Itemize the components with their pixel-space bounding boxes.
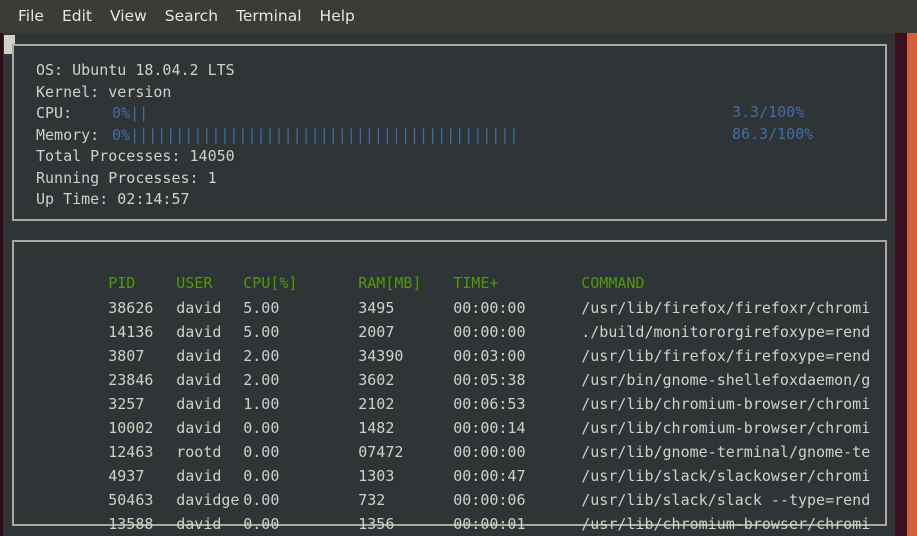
cpu-row: CPU: 0%|| (36, 103, 148, 125)
running-processes-value: 1 (207, 168, 217, 187)
terminal-scrollbar[interactable] (907, 33, 917, 536)
menu-bar: File Edit View Search Terminal Help (0, 0, 917, 33)
cpu-label: CPU: (36, 104, 73, 122)
cell-user: david (176, 515, 222, 533)
cpu-usage-text: 3.3/100% (732, 103, 805, 121)
cell-pid: 13588 (108, 515, 154, 533)
kernel-label: Kernel: (36, 82, 100, 101)
uptime-row: Up Time: 02:14:57 (36, 189, 190, 211)
menu-item-help[interactable]: Help (311, 0, 364, 33)
system-info-panel: OS: Ubuntu 18.04.2 LTS Kernel: version C… (12, 44, 887, 221)
total-processes-value: 14050 (189, 147, 235, 165)
table-row[interactable]: 13588 david 0.00 1356 00:00:01/usr/lib/chrom… (36, 497, 870, 536)
total-processes-row: Total Processes: 14050 (36, 146, 235, 168)
menu-item-terminal[interactable]: Terminal (227, 0, 311, 33)
uptime-value: 02:14:57 (117, 190, 190, 208)
menu-item-edit[interactable]: Edit (53, 0, 101, 33)
terminal-window: File Edit View Search Terminal Help OS: … (0, 0, 917, 536)
os-value: Ubuntu 18.04.2 LTS (72, 61, 235, 79)
terminal-content[interactable]: OS: Ubuntu 18.04.2 LTS Kernel: version C… (0, 33, 917, 536)
cell-cpu: 0.00 (243, 515, 280, 533)
memory-usage-text: 86.3/100% (732, 124, 814, 143)
uptime-label: Up Time: (36, 190, 109, 208)
memory-usage-bar: ||||||||||||||||||||||||||||||||||||||||… (130, 125, 519, 144)
menu-item-file[interactable]: File (9, 0, 53, 33)
memory-row: Memory: 0%|||||||||||||||||||||||||||||||… (36, 125, 518, 147)
running-processes-row: Running Processes: 1 (36, 168, 217, 190)
memory-label: Memory: (36, 125, 100, 144)
cell-command: /usr/lib/chromium-browser/chromi (581, 515, 871, 533)
cpu-percent: 0% (112, 104, 131, 122)
kernel-value: version (108, 82, 172, 101)
menu-item-view[interactable]: View (101, 0, 156, 33)
os-label: OS: (36, 61, 64, 79)
cell-time: 00:00:01 (453, 515, 526, 533)
memory-percent: 0% (112, 125, 131, 144)
window-edge-left (0, 33, 3, 536)
menu-item-search[interactable]: Search (156, 0, 227, 33)
os-row: OS: Ubuntu 18.04.2 LTS (36, 60, 235, 82)
process-table-panel: PID USER CPU[%] RAM[MB] TIME+ COMMAND 38626 da… (12, 240, 887, 533)
window-edge-right (895, 33, 907, 536)
running-processes-label: Running Processes: (36, 168, 199, 187)
cpu-usage-bar: || (130, 104, 149, 122)
total-processes-label: Total Processes: (36, 147, 181, 165)
cell-ram: 1356 (358, 515, 395, 533)
kernel-row: Kernel: version (36, 82, 171, 104)
